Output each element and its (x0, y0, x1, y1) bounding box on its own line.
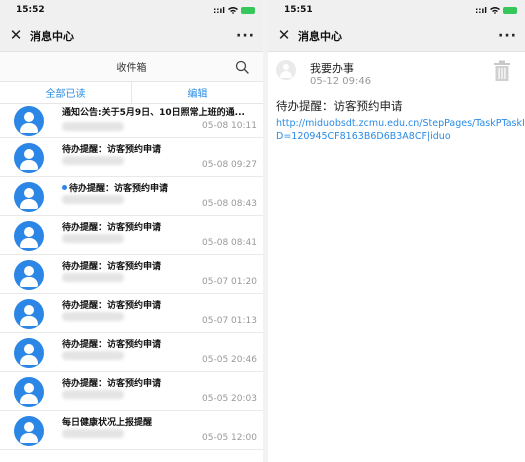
sender-avatar (276, 60, 296, 80)
redacted-preview (62, 390, 124, 399)
message-list-item[interactable]: 待办提醒：访客预约申请 05-08 08:41 (0, 216, 263, 255)
message-list-item[interactable]: 待办提醒：访客预约申请 05-08 09:27 (0, 138, 263, 177)
user-avatar-icon (14, 377, 44, 407)
mark-all-read-button[interactable]: 全部已读 (0, 82, 131, 103)
redacted-preview (62, 273, 124, 282)
message-title-text: 待办提醒：访客预约申请 (62, 223, 162, 233)
close-icon[interactable]: ✕ (8, 28, 24, 43)
user-avatar-icon (14, 260, 44, 290)
wifi-icon (490, 7, 500, 14)
message-title-text: 每日健康状况上报提醒 (62, 418, 153, 428)
message-title: 待办提醒：访客预约申请 (62, 181, 168, 194)
user-avatar-icon (14, 106, 44, 136)
inbox-screen: 15:52 ::ıl ✕ 消息中心 ··· 收件箱 全部已读 编辑 通知公告:关… (0, 0, 263, 462)
action-tabs: 全部已读 编辑 (0, 82, 263, 104)
user-avatar-icon (14, 143, 44, 173)
message-list-item[interactable]: 待办提醒：访客预约申请 05-07 01:13 (0, 294, 263, 333)
status-time: 15:51 (284, 5, 313, 15)
message-time: 05-05 20:03 (202, 394, 257, 404)
unread-dot-icon (62, 185, 67, 190)
message-list-item[interactable]: 待办提醒：访客预约申请 05-07 01:20 (0, 255, 263, 294)
message-title: 待办提醒：访客预约申请 (62, 376, 161, 389)
redacted-preview (62, 312, 124, 321)
more-options-icon[interactable]: ··· (236, 28, 255, 44)
message-title-text: 待办提醒：访客预约申请 (69, 184, 169, 194)
status-time: 15:52 (16, 5, 45, 15)
message-time: 05-12 09:46 (310, 76, 372, 87)
message-title-text: 待办提醒：访客预约申请 (62, 379, 162, 389)
user-avatar-icon (14, 182, 44, 212)
nav-bar: ✕ 消息中心 ··· (268, 20, 525, 52)
redacted-preview (62, 234, 124, 243)
user-avatar-icon (14, 221, 44, 251)
inbox-label: 收件箱 (116, 63, 147, 74)
more-options-icon[interactable]: ··· (498, 28, 517, 44)
message-time: 05-05 20:46 (202, 355, 257, 365)
inbox-header: 收件箱 (0, 52, 263, 82)
redacted-preview (62, 351, 124, 360)
message-title-text: 待办提醒：访客预约申请 (62, 262, 162, 272)
message-title-text: 待办提醒：访客预约申请 (62, 301, 162, 311)
message-title: 待办提醒：访客预约申请 (62, 142, 161, 155)
message-time: 05-07 01:13 (202, 316, 257, 326)
message-title: 待办提醒：访客预约申请 (62, 337, 161, 350)
message-list-item[interactable]: 通知公告:关于5月9日、10日照常上班的通... 05-08 10:11 (0, 104, 263, 138)
signal-icon: ::ıl (213, 5, 225, 15)
redacted-preview (62, 122, 124, 131)
message-title-text: 待办提醒：访客预约申请 (62, 145, 162, 155)
close-icon[interactable]: ✕ (276, 28, 292, 43)
user-avatar-icon (14, 338, 44, 368)
battery-icon (503, 6, 517, 14)
message-time: 05-08 10:11 (202, 121, 257, 131)
user-avatar-icon (14, 416, 44, 446)
user-avatar-icon (14, 299, 44, 329)
page-title: 消息中心 (298, 29, 342, 43)
edit-button[interactable]: 编辑 (131, 82, 263, 103)
search-icon[interactable] (235, 60, 249, 74)
message-link[interactable]: http://miduobsdt.zcmu.edu.cn/StepPages/T… (276, 117, 525, 143)
message-time: 05-08 08:43 (202, 199, 257, 209)
nav-bar: ✕ 消息中心 ··· (0, 20, 263, 52)
redacted-preview (62, 195, 124, 204)
status-icons: ::ıl (475, 6, 517, 15)
message-time: 05-08 09:27 (202, 160, 257, 170)
message-time: 05-05 12:00 (202, 433, 257, 443)
message-list-item[interactable]: 待办提醒：访客预约申请 05-05 20:46 (0, 333, 263, 372)
sender-name: 我要办事 (310, 62, 354, 75)
message-title: 通知公告:关于5月9日、10日照常上班的通... (62, 105, 245, 118)
message-title: 待办提醒：访客预约申请 (62, 298, 161, 311)
message-header: 我要办事 05-12 09:46 (268, 52, 525, 96)
signal-icon: ::ıl (475, 5, 487, 15)
status-bar: 15:52 ::ıl (0, 0, 263, 20)
status-bar: 15:51 ::ıl (268, 0, 525, 20)
message-title-text: 待办提醒：访客预约申请 (62, 340, 162, 350)
message-detail-screen: 15:51 ::ıl ✕ 消息中心 ··· 我要办事 05-12 09:46 待… (268, 0, 525, 462)
message-title: 待办提醒：访客预约申请 (276, 99, 403, 113)
status-icons: ::ıl (213, 6, 255, 15)
message-title: 待办提醒：访客预约申请 (62, 259, 161, 272)
redacted-preview (62, 156, 124, 165)
message-title-text: 通知公告:关于5月9日、10日照常上班的通... (62, 108, 245, 118)
message-title: 每日健康状况上报提醒 (62, 415, 152, 428)
trash-icon[interactable] (493, 60, 511, 82)
message-list: 通知公告:关于5月9日、10日照常上班的通... 05-08 10:11 待办提醒：… (0, 104, 263, 450)
message-list-item[interactable]: 待办提醒：访客预约申请 05-05 20:03 (0, 372, 263, 411)
wifi-icon (228, 7, 238, 14)
message-time: 05-07 01:20 (202, 277, 257, 287)
page-title: 消息中心 (30, 29, 74, 43)
message-title: 待办提醒：访客预约申请 (62, 220, 161, 233)
redacted-preview (62, 429, 124, 438)
message-list-item[interactable]: 待办提醒：访客预约申请 05-08 08:43 (0, 177, 263, 216)
battery-icon (241, 6, 255, 14)
message-time: 05-08 08:41 (202, 238, 257, 248)
message-list-item[interactable]: 每日健康状况上报提醒 05-05 12:00 (0, 411, 263, 450)
